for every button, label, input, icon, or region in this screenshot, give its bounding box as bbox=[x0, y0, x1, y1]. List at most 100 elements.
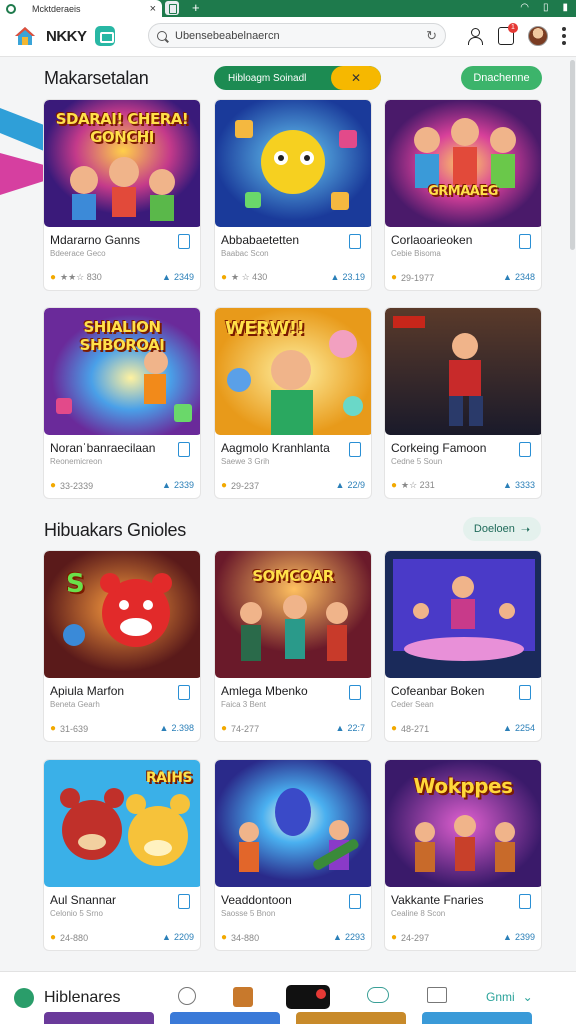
browser-tab-bar: Mcktderaeis × + ◠ ▯ ▮ bbox=[0, 0, 576, 17]
notifications-icon[interactable]: 1 bbox=[498, 23, 518, 45]
game-likes: ▲ 2.398 bbox=[160, 723, 194, 733]
rating-icon: ● bbox=[221, 272, 228, 283]
bookmark-icon[interactable] bbox=[349, 442, 361, 457]
bookmark-icon[interactable] bbox=[349, 894, 361, 909]
reload-icon[interactable]: ↻ bbox=[426, 28, 437, 44]
thumbnail-title: SDARAI! CHERA! GONCHI bbox=[55, 110, 189, 146]
game-title: Aagmolo Kranhlanta bbox=[221, 441, 330, 455]
game-card[interactable]: SOMCOAR Amlega Mbenko Faica 3 Bent ● 74-2… bbox=[214, 550, 372, 742]
video-icon[interactable] bbox=[286, 985, 330, 1009]
bookmark-icon[interactable] bbox=[178, 234, 190, 249]
likes-value: 2209 bbox=[173, 932, 194, 942]
section-title-1: Makarsetalan bbox=[44, 68, 149, 88]
bookmark-icon[interactable] bbox=[178, 894, 190, 909]
game-subtitle: Reonemicreon bbox=[50, 457, 103, 466]
section-search-button[interactable]: ✕ bbox=[331, 66, 381, 90]
game-rating: ● 29-237 bbox=[221, 480, 259, 491]
address-bar[interactable]: ↻ bbox=[148, 23, 446, 48]
screen-icon[interactable] bbox=[427, 987, 447, 1003]
brand-logo[interactable]: NKKY bbox=[46, 28, 87, 45]
home-icon[interactable] bbox=[14, 26, 36, 46]
avatar[interactable] bbox=[528, 26, 548, 46]
more-menu-icon[interactable] bbox=[562, 27, 566, 45]
rating-value: ★★☆ 830 bbox=[60, 272, 102, 282]
game-card[interactable]: SHIALION SHBOROAI Noranˈbanraecilaan Reo… bbox=[43, 307, 201, 499]
nav-actions: 1 bbox=[466, 23, 566, 46]
game-title: Noranˈbanraecilaan bbox=[50, 441, 156, 455]
strip-thumbnail[interactable] bbox=[296, 1012, 406, 1024]
account-icon[interactable] bbox=[466, 27, 484, 45]
game-card[interactable]: Cofeanbar Boken Ceder Sean ● 48-271 ▲ 2254 bbox=[384, 550, 542, 742]
section-action-button-1[interactable]: Dnachenne bbox=[461, 66, 542, 90]
likes-value: 2348 bbox=[514, 272, 535, 282]
store-bag-icon[interactable] bbox=[233, 987, 253, 1007]
game-thumbnail bbox=[385, 100, 541, 227]
bookmark-icon[interactable] bbox=[178, 685, 190, 700]
chevron-down-icon: ⌄ bbox=[522, 990, 533, 1004]
thumbnail-title: S bbox=[66, 569, 85, 599]
rating-value: ★☆ 231 bbox=[401, 480, 435, 490]
thumbs-up-icon: ▲ bbox=[503, 480, 512, 490]
likes-value: 3333 bbox=[514, 480, 535, 490]
game-rating: ● ★☆ 231 bbox=[391, 480, 435, 491]
game-card[interactable]: WERW!! Aagmolo Kranhlanta Saewe 3 Grih ●… bbox=[214, 307, 372, 499]
rating-value: 48-271 bbox=[401, 723, 430, 734]
game-thumbnail bbox=[215, 760, 371, 887]
new-tab-button[interactable]: + bbox=[192, 0, 200, 16]
rating-value: 34-880 bbox=[231, 932, 260, 943]
game-card[interactable]: SDARAI! CHERA! GONCHI Mdararno Ganns Bde… bbox=[43, 99, 201, 291]
rating-value: 24-880 bbox=[60, 932, 89, 943]
game-card[interactable]: RAIHS Aul Snannar Celonio 5 Srno ● 24-880… bbox=[43, 759, 201, 951]
scrollbar[interactable] bbox=[570, 60, 575, 250]
bookmark-icon[interactable] bbox=[178, 442, 190, 457]
battery-icon: ▮ bbox=[562, 2, 568, 13]
close-tab-icon[interactable]: × bbox=[150, 3, 156, 15]
bookmark-icon[interactable] bbox=[519, 685, 531, 700]
link-icon[interactable] bbox=[367, 987, 389, 1003]
bookmark-icon[interactable] bbox=[519, 442, 531, 457]
browser-tab-active[interactable]: Mcktderaeis × bbox=[0, 0, 162, 17]
tab-title: Mcktderaeis bbox=[32, 3, 81, 14]
section-search-label: Hibloagm Soinadl bbox=[228, 72, 307, 84]
apps-icon[interactable] bbox=[95, 26, 115, 46]
game-card[interactable]: Veaddontoon Saosse 5 Bnon ● 34-880 ▲ 2293 bbox=[214, 759, 372, 951]
game-subtitle: Celonio 5 Srno bbox=[50, 909, 103, 918]
section-action-button-2[interactable]: Doeloen ➝ bbox=[463, 517, 541, 541]
game-subtitle: Cealine 8 Scon bbox=[391, 909, 446, 918]
likes-value: 2254 bbox=[514, 723, 535, 733]
bookmark-icon[interactable] bbox=[519, 234, 531, 249]
game-card[interactable]: Corkeing Famoon Cedne 5 Soun ● ★☆ 231 ▲ 33… bbox=[384, 307, 542, 499]
game-card[interactable]: GRMAAEG Corlaoarieoken Cebie Bisoma ● 29-… bbox=[384, 99, 542, 291]
search-input[interactable] bbox=[175, 29, 427, 42]
strip-thumbnail[interactable] bbox=[422, 1012, 532, 1024]
game-thumbnail bbox=[385, 551, 541, 678]
bookmark-icon[interactable] bbox=[349, 685, 361, 700]
game-subtitle: Saosse 5 Bnon bbox=[221, 909, 276, 918]
bookmark-icon[interactable] bbox=[349, 234, 361, 249]
history-icon[interactable] bbox=[178, 987, 196, 1005]
section-action-label-2: Doeloen bbox=[473, 523, 515, 535]
more-dropdown[interactable]: Gnmi ⌄ bbox=[486, 990, 533, 1004]
game-card[interactable]: Wokppes Vakkante Fnaries Cealine 8 Scon … bbox=[384, 759, 542, 951]
section-search-pill[interactable]: Hibloagm Soinadl ✕ bbox=[214, 66, 381, 90]
tab-overview-icon[interactable] bbox=[165, 1, 179, 15]
likes-value: 2.398 bbox=[171, 723, 194, 733]
section-title-2: Hibuakars Gnioles bbox=[44, 520, 186, 540]
game-card[interactable]: S Apiula Marfon Beneta Gearh ● 31-639 ▲ 2.… bbox=[43, 550, 201, 742]
game-rating: ● 74-277 bbox=[221, 723, 259, 734]
game-likes: ▲ 23.19 bbox=[331, 272, 365, 282]
bookmark-icon[interactable] bbox=[519, 894, 531, 909]
top-nav-bar: NKKY ↻ 1 bbox=[0, 17, 576, 57]
strip-thumbnail[interactable] bbox=[44, 1012, 154, 1024]
thumbs-up-icon: ▲ bbox=[333, 932, 342, 942]
home-tree-icon[interactable] bbox=[14, 988, 34, 1008]
game-rating: ● 34-880 bbox=[221, 932, 259, 943]
game-title: Cofeanbar Boken bbox=[391, 684, 485, 698]
game-likes: ▲ 22:7 bbox=[336, 723, 365, 733]
strip-thumbnail[interactable] bbox=[170, 1012, 280, 1024]
game-subtitle: Cebie Bisoma bbox=[391, 249, 441, 258]
game-thumbnail bbox=[385, 308, 541, 435]
rating-icon: ● bbox=[391, 723, 398, 734]
game-card[interactable]: Abbabaetetten Baabac Scon ● ★ ☆ 430 ▲ 23.1… bbox=[214, 99, 372, 291]
system-tray: ◠ ▯ ▮ bbox=[520, 2, 568, 14]
